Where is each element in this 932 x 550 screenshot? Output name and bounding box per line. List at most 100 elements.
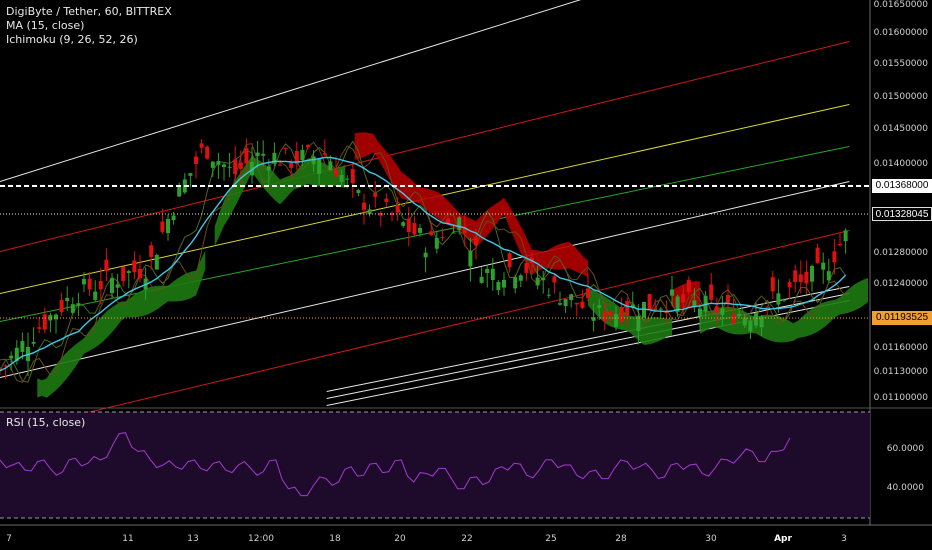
y-tick-label: 0.01130000 [874, 367, 929, 377]
candle-body [748, 321, 753, 332]
candle-body [832, 251, 837, 263]
symbol-title[interactable]: DigiByte / Tether, 60, BITTREX [6, 5, 172, 19]
candle-body [378, 212, 383, 216]
candle-body [334, 169, 338, 177]
candle-body [149, 245, 154, 257]
candle-body [765, 306, 770, 308]
candle-body [686, 279, 691, 293]
candle-body [754, 313, 758, 326]
candle-body [205, 146, 210, 159]
candle-body [647, 294, 652, 310]
candle-body [496, 281, 501, 290]
orange-level-tag: 0.01193525 [872, 311, 932, 325]
x-tick-label: 30 [705, 534, 717, 544]
candle-body [720, 308, 725, 315]
candle-body [731, 314, 736, 324]
candle-body [395, 205, 400, 213]
candle-body [82, 278, 86, 285]
candle-body [98, 280, 103, 290]
candle-body [423, 252, 428, 258]
candle-body [586, 288, 590, 298]
y-tick-label: 0.01650000 [874, 0, 929, 10]
y-tick-label: 0.01240000 [874, 279, 929, 289]
candle-body [59, 300, 64, 313]
candle-body [614, 313, 618, 327]
candle-body [457, 217, 462, 230]
y-tick-label: 0.01100000 [874, 393, 929, 403]
rsi-legend: RSI (15, close) [6, 416, 85, 430]
candle-body [815, 247, 820, 263]
candle-body [216, 161, 221, 165]
candle-body [485, 268, 490, 274]
rsi-legend-label[interactable]: RSI (15, close) [6, 416, 85, 430]
candle-body [412, 223, 417, 235]
candle-body [468, 250, 473, 267]
x-tick-label: 13 [187, 534, 198, 544]
candle-body [810, 266, 814, 282]
candle-body [776, 293, 781, 305]
x-tick-label: 11 [122, 534, 133, 544]
candle-body [619, 307, 624, 323]
candle-body [87, 278, 92, 290]
candle-body [70, 304, 75, 313]
candle-body [244, 148, 249, 164]
candle-body [132, 260, 137, 273]
y-tick-label: 0.01450000 [874, 124, 929, 134]
candle-body [210, 161, 215, 168]
candle-body [328, 161, 333, 171]
candle-body [42, 314, 47, 330]
candle-body [479, 276, 484, 283]
x-tick-label: 12:00 [248, 534, 274, 544]
ichimoku-legend[interactable]: Ichimoku (9, 26, 52, 26) [6, 33, 172, 47]
candle-body [20, 341, 25, 352]
candle-body [255, 152, 260, 156]
candle-body [563, 299, 568, 306]
candle-body [838, 244, 842, 246]
legend: DigiByte / Tether, 60, BITTREX MA (15, c… [6, 5, 172, 47]
x-tick-label: Apr [774, 534, 792, 544]
candle-body [65, 297, 70, 302]
candle-body [843, 230, 848, 242]
price-chart[interactable]: 0.01650000 0.01600000 0.01550000 0.01500… [0, 0, 932, 550]
candle-body [625, 301, 630, 316]
candle-body [188, 173, 193, 176]
candle-body [507, 253, 512, 268]
candle-body [602, 311, 607, 322]
candle-body [597, 305, 602, 308]
candle-body [199, 143, 204, 148]
y-tick-label: 0.01600000 [874, 28, 929, 38]
x-tick-label: 22 [461, 534, 472, 544]
candle-body [227, 166, 232, 168]
candle-body [300, 149, 305, 161]
x-tick-label: 25 [545, 534, 556, 544]
x-tick-label: 18 [329, 534, 341, 544]
candle-body [782, 299, 786, 301]
candle-body [104, 259, 109, 272]
candle-body [289, 162, 294, 168]
candle-body [266, 166, 271, 171]
candle-body [502, 279, 506, 288]
ma-legend[interactable]: MA (15, close) [6, 19, 172, 33]
candle-body [138, 268, 142, 279]
candle-body [580, 301, 585, 308]
candle-body [322, 153, 327, 155]
candle-body [317, 159, 322, 174]
candle-body [440, 237, 445, 239]
last-price-tag: 0.01328045 [872, 207, 932, 221]
candle-body [160, 221, 165, 232]
candle-body [726, 295, 730, 303]
y-tick-label: 0.01400000 [874, 159, 929, 169]
candle-body [3, 365, 8, 367]
candle-body [222, 164, 226, 167]
candle-body [367, 209, 372, 215]
x-tick-label: 20 [394, 534, 406, 544]
candle-body [194, 156, 198, 165]
candle-body [154, 254, 159, 270]
x-tick-label: 3 [841, 534, 847, 544]
candle-body [558, 303, 562, 305]
candle-body [166, 218, 170, 234]
candle-body [658, 308, 663, 310]
candle-body [826, 271, 831, 281]
candle-body [9, 355, 14, 359]
candle-body [31, 341, 36, 344]
